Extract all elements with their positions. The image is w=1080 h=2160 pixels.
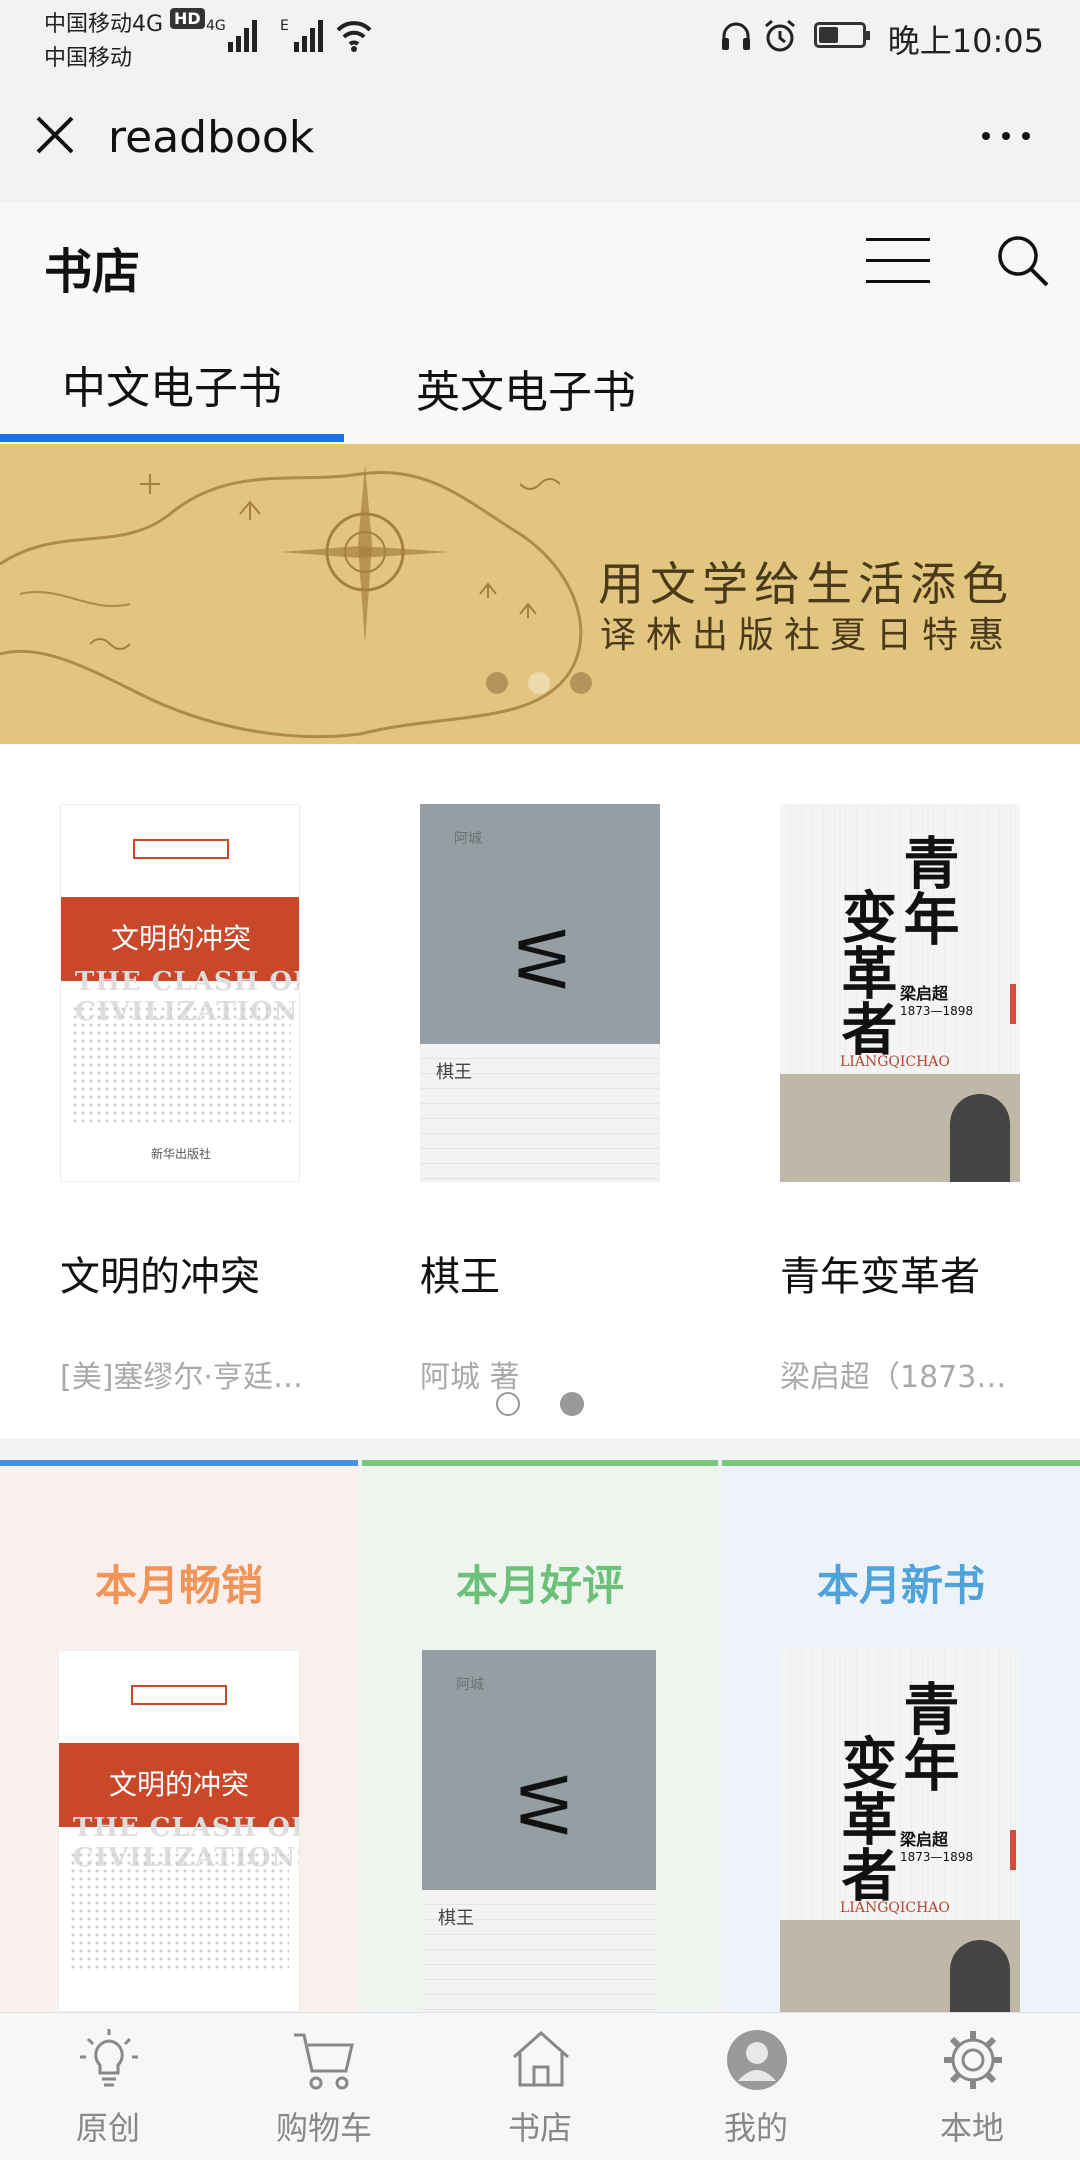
book-card[interactable]: 阿城 W 棋王 棋王 阿城 著 [420,804,720,1395]
nav-item-mine[interactable]: 我的 [648,2013,864,2160]
nav-label: 书店 [507,2109,572,2147]
category-label: 本月畅销 [94,1561,263,1610]
book-author: [美]塞缪尔·亨廷… [60,1360,300,1395]
more-icon[interactable] [976,126,1036,146]
gear-icon [944,2031,1002,2089]
menu-icon[interactable] [866,236,930,286]
store-header: 书店 中文电子书 英文电子书 [0,202,1080,442]
nav-item-store[interactable]: 书店 [432,2013,648,2160]
wifi-icon [336,21,372,52]
book-cover[interactable]: 变革者 青年 梁启超 1873—1898 LIANGQICHAO [780,804,1020,1182]
nav-label: 原创 [75,2109,140,2147]
page-title: readbook [108,112,315,163]
nav-item-original[interactable]: 原创 [0,2013,216,2160]
category-columns: 本月畅销 文明的冲突 THE CLASH OF CIVILIZATIONS 本月… [0,1460,1080,2012]
category-label: 本月好评 [455,1561,624,1610]
category-book-cover[interactable]: 变革者 青年 梁启超 1873—1898 LIANGQICHAO [780,1650,1020,2012]
category-new-releases[interactable]: 本月新书 变革者 青年 梁启超 1873—1898 LIANGQICHAO [722,1460,1080,2012]
carrier-label-secondary: 中国移动 [44,46,133,71]
user-icon [727,2030,787,2090]
book-title: 文明的冲突 [60,1254,260,1300]
clock: 晚上10:05 [887,22,1044,60]
cover-title-left: 变革者 [832,888,898,1056]
status-bar: 中国移动4G HD 中国移动 4G E 晚上10:05 [0,0,1080,76]
category-bestsellers[interactable]: 本月畅销 文明的冲突 THE CLASH OF CIVILIZATIONS [0,1460,358,2012]
category-top-rated[interactable]: 本月好评 阿城 W 棋王 [362,1460,718,2012]
book-author: 阿城 著 [420,1360,520,1395]
banner-dot-active[interactable] [528,672,550,694]
cart-icon [294,2033,354,2090]
bottom-nav: 原创 购物车 书店 我的 本地 [0,2012,1080,2160]
category-book-cover[interactable]: 文明的冲突 THE CLASH OF CIVILIZATIONS [58,1650,300,2012]
book-card[interactable]: 变革者 青年 梁启超 1873—1898 LIANGQICHAO 青年变革者 梁… [780,804,1080,1395]
banner-headline: 用文学给生活添色 [598,557,1014,611]
home-icon [513,2030,569,2087]
nav-label: 购物车 [275,2109,372,2147]
book-title: 棋王 [420,1254,500,1300]
cover-title-right: 青年 [894,834,960,946]
title-bar: readbook [0,76,1080,202]
cover-author: 梁启超 [900,1830,949,1849]
alarm-icon [765,19,795,52]
book-cover[interactable]: 阿城 W 棋王 [420,804,660,1182]
banner-subheadline: 译林出版社夏日特惠 [599,615,1014,656]
nav-label: 本地 [939,2109,1004,2147]
signal-icon: 4G [206,18,257,52]
promo-banner[interactable]: 用文学给生活添色 译林出版社夏日特惠 [0,444,1080,744]
cover-english-title: LIANGQICHAO [840,1054,950,1070]
banner-dot[interactable] [486,672,508,694]
store-title: 书店 [44,244,141,300]
cover-author: 梁启超 [900,984,949,1003]
page-dot-active[interactable] [560,1392,584,1416]
cover-title-left: 变革者 [832,1734,898,1902]
carrier-label: 中国移动4G [44,12,164,37]
book-card[interactable]: 文明的冲突 THE CLASH OF CIVILIZATIONS 新华出版社 文… [60,804,360,1395]
network-type-label-secondary: E [280,18,289,34]
cover-title: 棋王 [436,1062,472,1083]
cover-author: 阿城 [456,1677,484,1693]
banner-pagination [486,672,592,694]
cover-title-right: 青年 [894,1680,960,1792]
headphones-icon [722,22,750,50]
close-icon[interactable] [34,114,76,156]
category-book-cover[interactable]: 阿城 W 棋王 [422,1650,656,2012]
banner-dot[interactable] [570,672,592,694]
featured-books: 文明的冲突 THE CLASH OF CIVILIZATIONS 新华出版社 文… [0,744,1080,1438]
tab-english-ebooks[interactable]: 英文电子书 [416,356,636,420]
book-author: 梁启超（1873… [780,1360,1007,1395]
battery-icon [814,22,870,48]
page-dot[interactable] [496,1392,520,1416]
cover-english-title: LIANGQICHAO [840,1900,950,1916]
cover-title: 棋王 [438,1908,474,1929]
nav-item-cart[interactable]: 购物车 [216,2013,432,2160]
signal-icon-secondary: E [280,18,323,52]
network-type-label: 4G [206,18,226,34]
featured-pagination [496,1392,584,1416]
book-cover[interactable]: 文明的冲突 THE CLASH OF CIVILIZATIONS 新华出版社 [60,804,300,1182]
book-title: 青年变革者 [780,1254,980,1300]
cover-years: 1873—1898 [900,1004,974,1018]
tab-indicator [0,434,344,442]
tab-chinese-ebooks[interactable]: 中文电子书 [62,352,282,416]
hd-badge: HD [170,8,205,29]
search-icon[interactable] [994,232,1050,288]
nav-label: 我的 [723,2109,788,2147]
cover-publisher: 新华出版社 [150,1147,211,1161]
cover-author: 阿城 [454,831,482,847]
cover-years: 1873—1898 [900,1850,974,1864]
category-label: 本月新书 [816,1561,985,1610]
lightbulb-icon [80,2029,138,2087]
nav-item-local[interactable]: 本地 [864,2013,1080,2160]
